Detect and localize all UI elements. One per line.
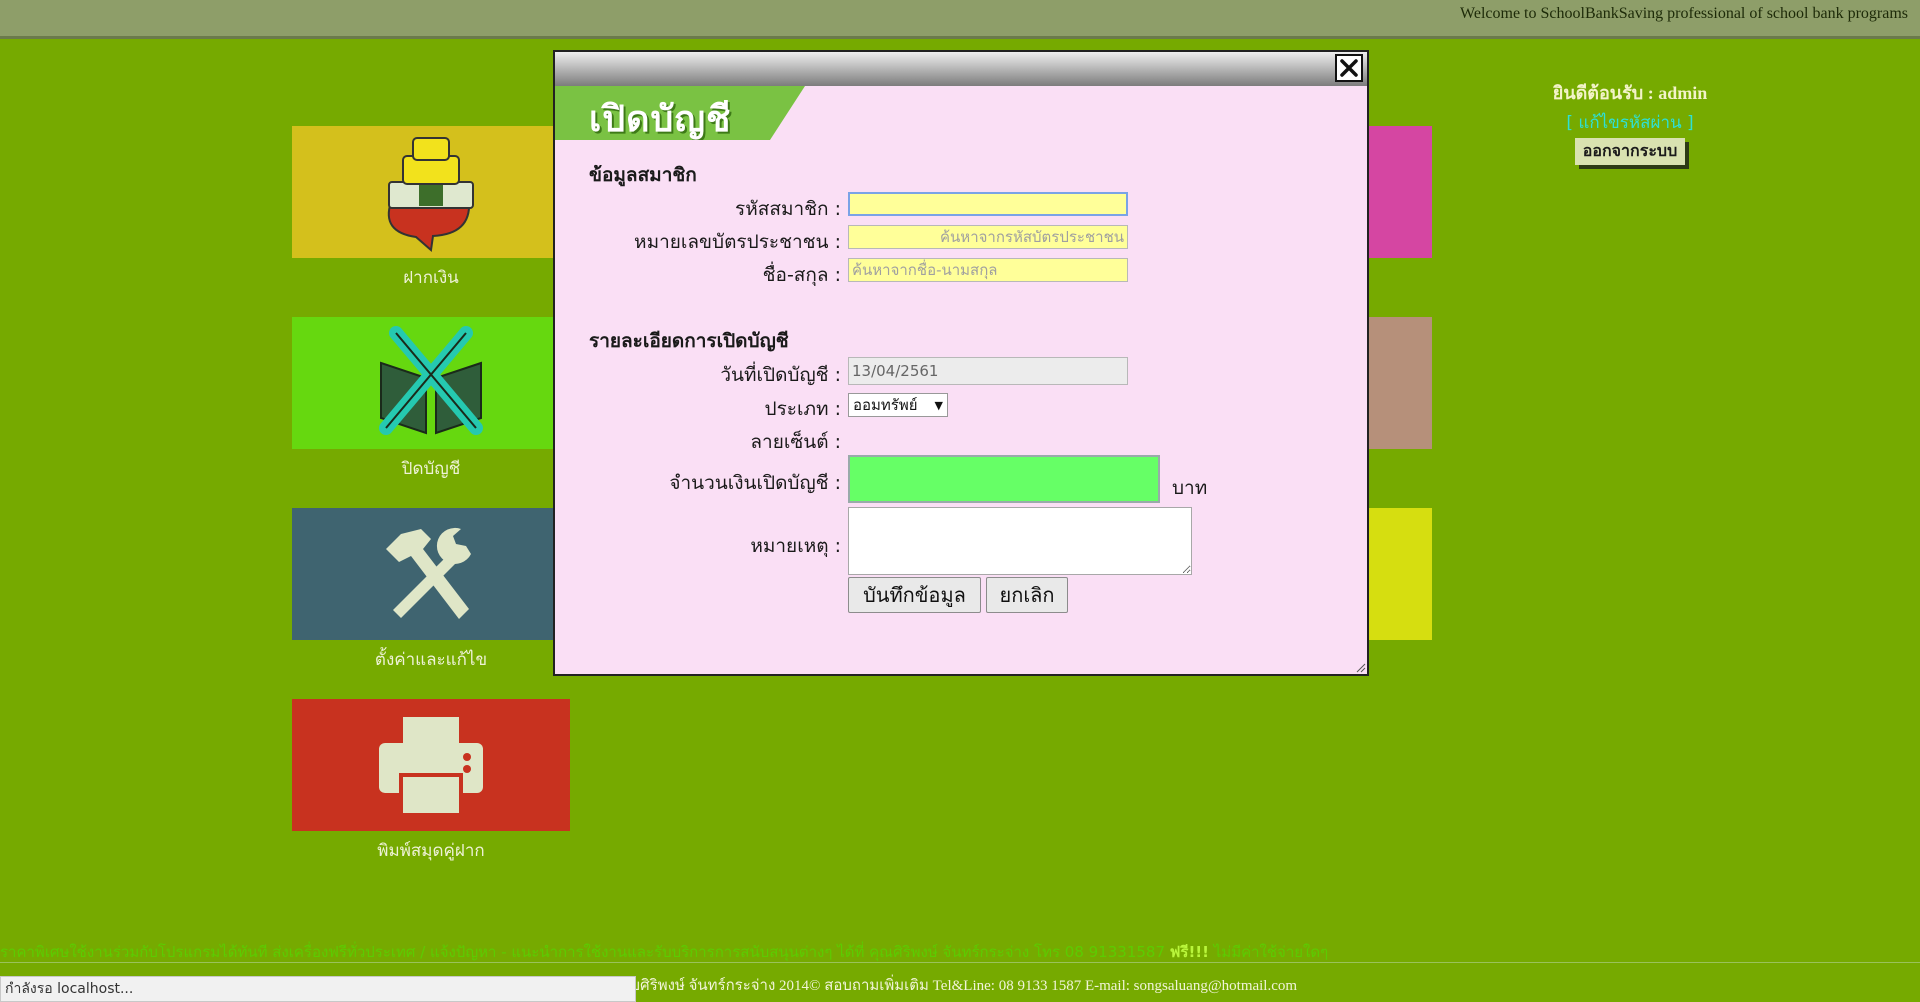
dialog-title-ribbon: เปิดบัญชี — [555, 86, 805, 140]
open-date-label: วันที่เปิดบัญชี : — [720, 364, 841, 386]
citizen-id-label: หมายเลขบัตรประชาชน : — [634, 231, 841, 253]
money-stack-icon — [387, 137, 474, 252]
printer-icon — [379, 717, 483, 817]
greeting-text: ยินดีต้อนรับ : admin — [1552, 83, 1708, 103]
dropdown-arrow-icon: ▼ — [934, 398, 943, 412]
name-input[interactable] — [848, 258, 1128, 282]
open-account-dialog: เปิดบัญชี ข้อมูลสมาชิก รหัสสมาชิก : หมาย… — [553, 50, 1369, 676]
user-box: ยินดีต้อนรับ : admin [ แก้ไขรหัสผ่าน ] อ… — [1480, 78, 1780, 165]
footer-text: ายศิริพงษ์ จันทร์กระจ่าง 2014© สอบถามเพิ… — [622, 978, 1298, 994]
tools-icon — [386, 527, 471, 619]
type-label: ประเภท : — [764, 398, 841, 420]
print-book-tile[interactable] — [292, 699, 570, 831]
signature-label: ลายเซ็นต์ : — [750, 431, 841, 453]
amount-unit: บาท — [1172, 477, 1208, 499]
change-password-link[interactable]: [ แก้ไขรหัสผ่าน ] — [1480, 109, 1780, 136]
top-bar: Welcome to SchoolBankSaving professional… — [0, 0, 1920, 39]
deposit-label: ฝากเงิน — [403, 268, 459, 288]
closed-book-icon — [379, 326, 483, 435]
account-type-value: ออมทรัพย์ — [853, 396, 918, 414]
member-id-label: รหัสสมาชิก : — [735, 198, 841, 220]
citizen-id-input[interactable] — [848, 225, 1128, 249]
name-label: ชื่อ-สกุล : — [762, 264, 841, 286]
print-book-label: พิมพ์สมุดคู่ฝาก — [377, 841, 485, 861]
logout-button[interactable]: ออกจากระบบ — [1574, 138, 1686, 165]
settings-label: ตั้งค่าและแก้ไข — [374, 650, 488, 670]
close-icon — [1340, 59, 1358, 77]
marquee-tail: ไม่มีค่าใช้จ่ายใดๆ — [1213, 943, 1329, 961]
detail-section-heading: รายละเอียดการเปิดบัญชี — [589, 330, 789, 352]
note-textarea[interactable] — [848, 507, 1192, 575]
member-section-heading: ข้อมูลสมาชิก — [589, 164, 697, 186]
dialog-title: เปิดบัญชี — [589, 99, 732, 140]
settings-tile[interactable] — [292, 508, 570, 640]
resize-grip-icon[interactable] — [1354, 661, 1366, 673]
account-type-select[interactable]: ออมทรัพย์ ▼ — [848, 393, 948, 417]
marquee-text: ราคาพิเศษใช้งานร่วมกับโปรแกรมได้ทันที ส่… — [0, 943, 1165, 961]
close-account-tile[interactable] — [292, 317, 570, 449]
deposit-tile[interactable] — [292, 126, 570, 258]
browser-status-bar: กำลังรอ localhost... — [0, 976, 636, 1002]
amount-label: จำนวนเงินเปิดบัญชี : — [669, 472, 841, 494]
cancel-button[interactable]: ยกเลิก — [986, 577, 1068, 613]
save-button[interactable]: บันทึกข้อมูล — [848, 577, 981, 613]
news-marquee: ราคาพิเศษใช้งานร่วมกับโปรแกรมได้ทันที ส่… — [0, 940, 1920, 962]
close-dialog-button[interactable] — [1335, 54, 1363, 82]
open-date-input[interactable] — [848, 357, 1128, 385]
member-id-input[interactable] — [848, 192, 1128, 216]
note-label: หมายเหตุ : — [750, 535, 841, 557]
marquee-free-text: ฟรี!!! — [1169, 943, 1209, 961]
close-account-label: ปิดบัญชี — [401, 459, 461, 479]
dialog-titlebar[interactable] — [555, 52, 1367, 86]
amount-input[interactable] — [848, 455, 1160, 503]
welcome-text: Welcome to SchoolBankSaving professional… — [1460, 5, 1908, 22]
